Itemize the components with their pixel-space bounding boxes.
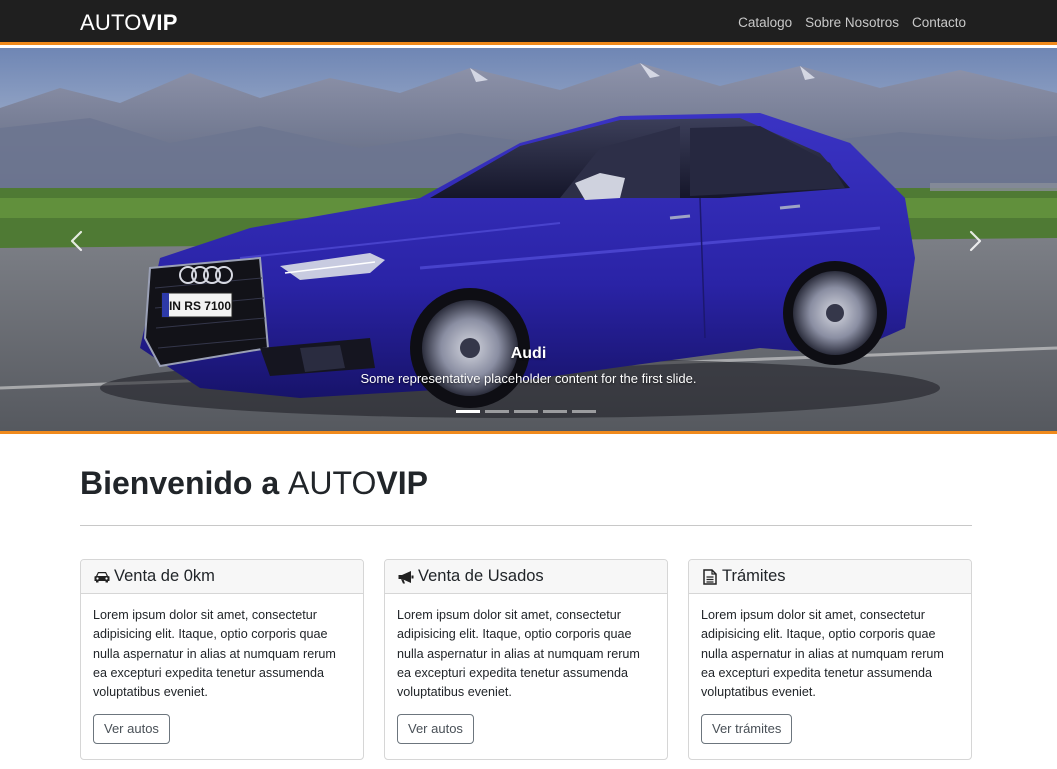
card-venta-usados: Venta de Usados Lorem ipsum dolor sit am…: [384, 559, 668, 760]
card-title: Venta de Usados: [418, 567, 544, 585]
brand-logo[interactable]: AUTOVIP: [80, 10, 178, 36]
svg-text:IN RS 7100: IN RS 7100: [169, 299, 231, 313]
ver-autos-button[interactable]: Ver autos: [397, 714, 474, 745]
welcome-brand-bold: VIP: [376, 465, 428, 501]
brand-bold: VIP: [141, 10, 178, 35]
nav-link-catalogo[interactable]: Catalogo: [738, 14, 792, 31]
card-text: Lorem ipsum dolor sit amet, consectetur …: [397, 608, 640, 700]
navbar: AUTOVIP Catalogo Sobre Nosotros Contacto: [0, 0, 1057, 45]
document-icon: [703, 568, 717, 585]
brand-light: AUTO: [80, 10, 142, 35]
card-text: Lorem ipsum dolor sit amet, consectetur …: [93, 608, 336, 700]
welcome-heading: Bienvenido a AUTOVIP: [80, 464, 428, 502]
carousel-indicator-5[interactable]: [572, 410, 596, 413]
card-tramites: Trámites Lorem ipsum dolor sit amet, con…: [688, 559, 972, 760]
slide-caption-text: Some representative placeholder content …: [360, 371, 697, 386]
carousel-indicator-1[interactable]: [456, 410, 480, 413]
carousel-indicator-3[interactable]: [514, 410, 538, 413]
hero-carousel: IN RS 7100 Audi Some representative plac…: [0, 48, 1057, 434]
slide-caption-title: Audi: [510, 345, 547, 362]
carousel-indicator-2[interactable]: [485, 410, 509, 413]
section-divider: [80, 525, 972, 526]
carousel-prev-icon[interactable]: [62, 226, 92, 256]
carousel-indicator-4[interactable]: [543, 410, 567, 413]
card-header: Venta de Usados: [385, 560, 667, 594]
card-header: Trámites: [689, 560, 971, 594]
card-title: Venta de 0km: [114, 567, 215, 585]
welcome-brand-light: AUTO: [288, 465, 377, 501]
card-body: Lorem ipsum dolor sit amet, consectetur …: [385, 594, 667, 745]
megaphone-icon: [398, 570, 414, 583]
card-body: Lorem ipsum dolor sit amet, consectetur …: [689, 594, 971, 745]
card-title: Trámites: [722, 567, 786, 585]
carousel-indicators: [456, 410, 596, 413]
welcome-prefix: Bienvenido a: [80, 465, 289, 501]
card-text: Lorem ipsum dolor sit amet, consectetur …: [701, 608, 944, 700]
nav-link-sobre-nosotros[interactable]: Sobre Nosotros: [805, 14, 899, 31]
card-header: Venta de 0km: [81, 560, 363, 594]
ver-tramites-button[interactable]: Ver trámites: [701, 714, 793, 745]
carousel-next-icon[interactable]: [960, 226, 990, 256]
card-venta-0km: Venta de 0km Lorem ipsum dolor sit amet,…: [80, 559, 364, 760]
ver-autos-button[interactable]: Ver autos: [93, 714, 170, 745]
nav-link-contacto[interactable]: Contacto: [912, 14, 966, 31]
car-icon: [94, 571, 110, 582]
card-body: Lorem ipsum dolor sit amet, consectetur …: [81, 594, 363, 745]
nav-links: Catalogo Sobre Nosotros Contacto: [738, 14, 966, 31]
